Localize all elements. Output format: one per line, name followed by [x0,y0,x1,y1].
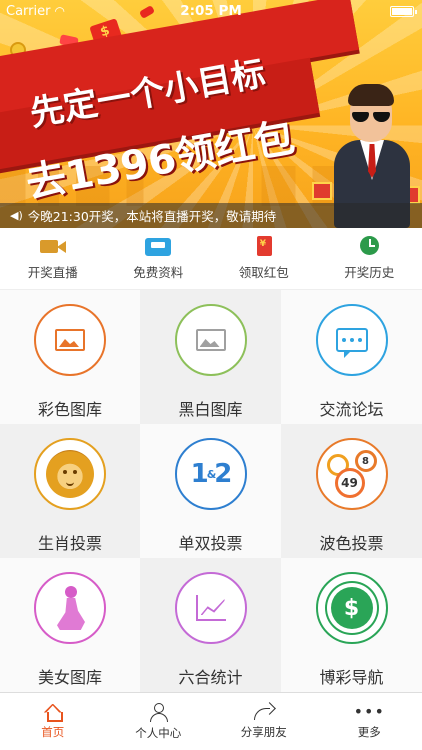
grid-item-odd-even-vote[interactable]: 1&2 单双投票 [140,424,281,558]
grid-item-label: 交流论坛 [319,400,384,419]
video-camera-icon [39,236,66,256]
odd-even-icon: 1&2 [190,459,233,489]
dollar-glyph: $ [343,595,360,621]
icon-ring: $ [315,572,388,644]
promo-banner[interactable]: 先定一个小目标 去1396领红包 ◀) 今晚21:30开奖，本站将直播开奖，敬请… [0,0,422,228]
lottery-balls-icon: 8 49 [325,450,379,498]
grid-item-wave-color-vote[interactable]: 8 49 波色投票 [281,424,422,558]
tab-label: 更多 [357,724,381,739]
more-icon: ••• [353,701,385,721]
user-icon [149,702,169,722]
tab-home[interactable]: 首页 [0,693,106,750]
odd-even-glyph-two: 2 [214,459,232,489]
home-icon [44,704,63,722]
notice-text: 今晚21:30开奖，本站将直播开奖，敬请期待 [27,209,277,224]
girl-icon [55,586,85,630]
grid-item-label: 美女图库 [37,668,102,687]
tab-label: 分享朋友 [240,724,287,739]
quick-item-free-data[interactable]: 免费资料 [106,228,212,289]
icon-ring [34,572,106,644]
grid-item-label: 单双投票 [178,534,243,553]
battery-icon [390,6,417,17]
grid-item-label: 波色投票 [319,534,384,553]
dollar-coin-icon: $ [330,587,373,629]
bw-image-icon [195,329,226,351]
clock-icon [356,236,382,256]
icon-ring [34,304,106,376]
lottery-ball: 49 [334,468,365,498]
grid-item-label: 黑白图库 [178,400,243,419]
icon-ring [315,304,388,376]
red-envelope-icon [251,236,277,256]
grid-item-bw-gallery[interactable]: 黑白图库 [140,290,281,424]
grid-item-label: 生肖投票 [37,534,102,553]
tab-label: 个人中心 [135,725,182,740]
grid-item-statistics[interactable]: 六合统计 [140,558,281,692]
grid-item-label: 六合统计 [178,668,243,687]
quick-item-red-envelope[interactable]: 领取红包 [211,228,317,289]
zodiac-lion-icon [46,450,94,498]
odd-even-glyph-one: 1 [190,459,209,489]
grid-item-label: 博彩导航 [319,668,384,687]
app-screen: Carrier ◠ 2:05 PM 先定一个小目标 去1396领红包 ◀) [0,0,422,750]
share-icon [253,704,274,720]
color-image-icon [55,329,85,351]
grid-item-color-gallery[interactable]: 彩色图库 [0,290,140,424]
icon-ring [174,304,247,376]
inbox-icon [145,236,172,256]
quick-item-label: 领取红包 [238,265,289,280]
tab-bar: 首页 个人中心 分享朋友 ••• 更多 [0,692,422,750]
status-time: 2:05 PM [180,3,242,19]
grid-item-betting-nav[interactable]: $ 博彩导航 [281,558,422,692]
tab-profile[interactable]: 个人中心 [106,693,212,750]
quick-item-live-draw[interactable]: 开奖直播 [0,228,106,289]
statistics-icon [195,595,226,621]
grid-item-zodiac-vote[interactable]: 生肖投票 [0,424,140,558]
notice-bar[interactable]: ◀) 今晚21:30开奖，本站将直播开奖，敬请期待 [0,203,422,228]
speaker-icon: ◀) [10,209,23,222]
tab-share[interactable]: 分享朋友 [211,693,317,750]
tab-more[interactable]: ••• 更多 [317,693,422,750]
grid-item-forum[interactable]: 交流论坛 [281,290,422,424]
grid-item-label: 彩色图库 [37,400,102,419]
grid-item-beauty-gallery[interactable]: 美女图库 [0,558,140,692]
quick-item-label: 开奖历史 [344,265,395,280]
quick-item-draw-history[interactable]: 开奖历史 [317,228,422,289]
lottery-ball: 8 [354,450,377,472]
icon-ring: 8 49 [315,438,388,510]
feature-grid: 彩色图库 黑白图库 交流论坛 生肖投票 1&2 单双投票 8 49 波色投票 美… [0,290,422,692]
status-bar: Carrier ◠ 2:05 PM [0,0,422,22]
icon-ring [34,438,106,510]
icon-ring [174,572,247,644]
quick-menu: 开奖直播 免费资料 领取红包 开奖历史 [0,228,422,290]
tab-label: 首页 [41,724,65,739]
quick-item-label: 开奖直播 [27,265,78,280]
quick-item-label: 免费资料 [133,265,184,280]
chat-icon [335,328,368,358]
icon-ring: 1&2 [174,438,247,510]
